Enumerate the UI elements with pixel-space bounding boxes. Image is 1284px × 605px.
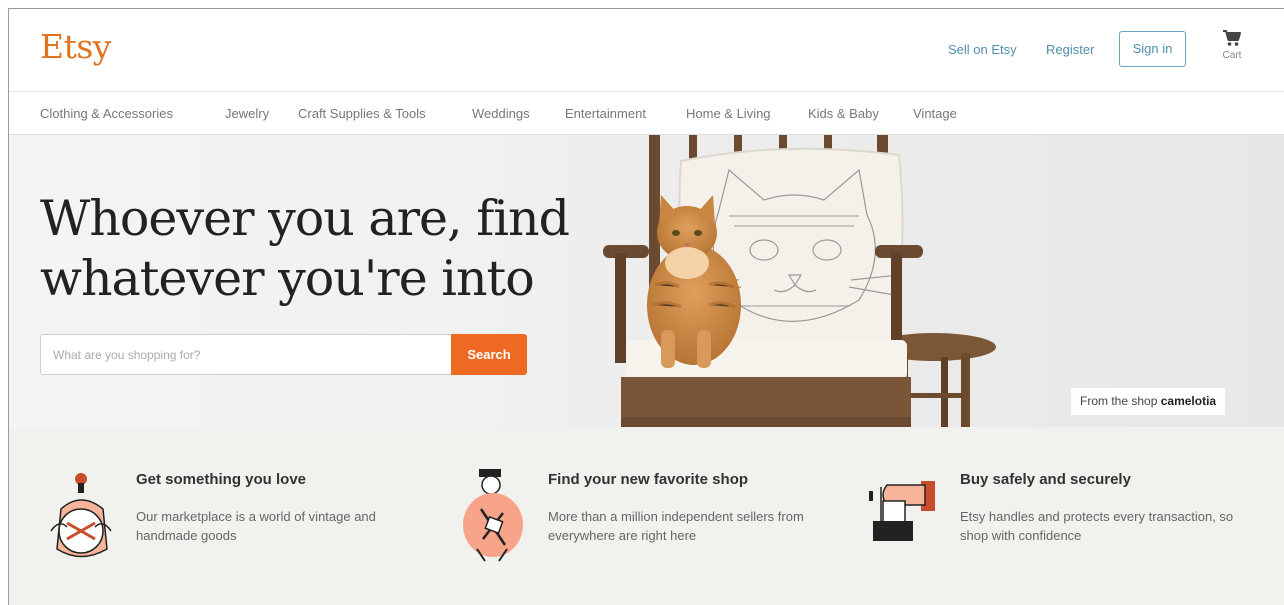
seller-crafting-icon [463, 469, 523, 562]
hero-headline-line1: Whoever you are, find [40, 190, 570, 247]
site-header: Etsy Sell on Etsy Register Sign in Cart [9, 9, 1284, 91]
nav-home-living[interactable]: Home & Living [686, 106, 771, 121]
cat-on-chair-photo [569, 135, 1284, 427]
feature-get-something: Get something you love Our marketplace i… [41, 469, 431, 569]
photo-credit-prefix: From the shop [1080, 394, 1158, 408]
cart-button[interactable]: Cart [1212, 29, 1252, 61]
browser-viewport: Etsy Sell on Etsy Register Sign in Cart … [8, 8, 1284, 605]
nav-vintage[interactable]: Vintage [913, 106, 957, 121]
feature-description: Our marketplace is a world of vintage an… [136, 509, 376, 543]
hero-banner: Whoever you are, find whatever you're in… [9, 135, 1284, 427]
category-nav: Clothing & Accessories Jewelry Craft Sup… [9, 91, 1284, 135]
sign-in-button[interactable]: Sign in [1119, 31, 1186, 67]
feature-title: Get something you love [136, 471, 307, 488]
feature-description: More than a million independent sellers … [548, 509, 804, 543]
hero-headline-line2: whatever you're into [40, 250, 535, 307]
nav-weddings[interactable]: Weddings [472, 106, 530, 121]
nav-kids-baby[interactable]: Kids & Baby [808, 106, 879, 121]
secure-handoff-icon [869, 481, 935, 541]
person-with-gift-icon [50, 473, 112, 558]
search-button[interactable]: Search [451, 334, 527, 375]
photo-credit-shop[interactable]: camelotia [1161, 394, 1216, 408]
register-link[interactable]: Register [1046, 42, 1094, 57]
nav-jewelry[interactable]: Jewelry [225, 106, 269, 121]
feature-description: Etsy handles and protects every transact… [960, 509, 1234, 543]
search-bar: Search [40, 334, 527, 375]
feature-title: Find your new favorite shop [548, 471, 749, 488]
value-props: Get something you love Our marketplace i… [9, 427, 1284, 605]
cart-label: Cart [1222, 50, 1242, 61]
feature-title: Buy safely and securely [960, 471, 1131, 488]
feature-buy-safely: Buy safely and securely Etsy handles and… [865, 469, 1255, 569]
nav-entertainment[interactable]: Entertainment [565, 106, 646, 121]
nav-craft-supplies[interactable]: Craft Supplies & Tools [298, 106, 426, 121]
nav-clothing-accessories[interactable]: Clothing & Accessories [40, 106, 173, 121]
search-input[interactable] [40, 334, 451, 375]
cart-icon [1223, 30, 1241, 46]
feature-find-shop: Find your new favorite shop More than a … [453, 469, 843, 569]
hero-headline: Whoever you are, find whatever you're in… [40, 189, 570, 309]
sell-on-etsy-link[interactable]: Sell on Etsy [948, 42, 1017, 57]
photo-credit[interactable]: From the shop camelotia [1071, 388, 1226, 415]
etsy-logo[interactable]: Etsy [40, 27, 111, 66]
